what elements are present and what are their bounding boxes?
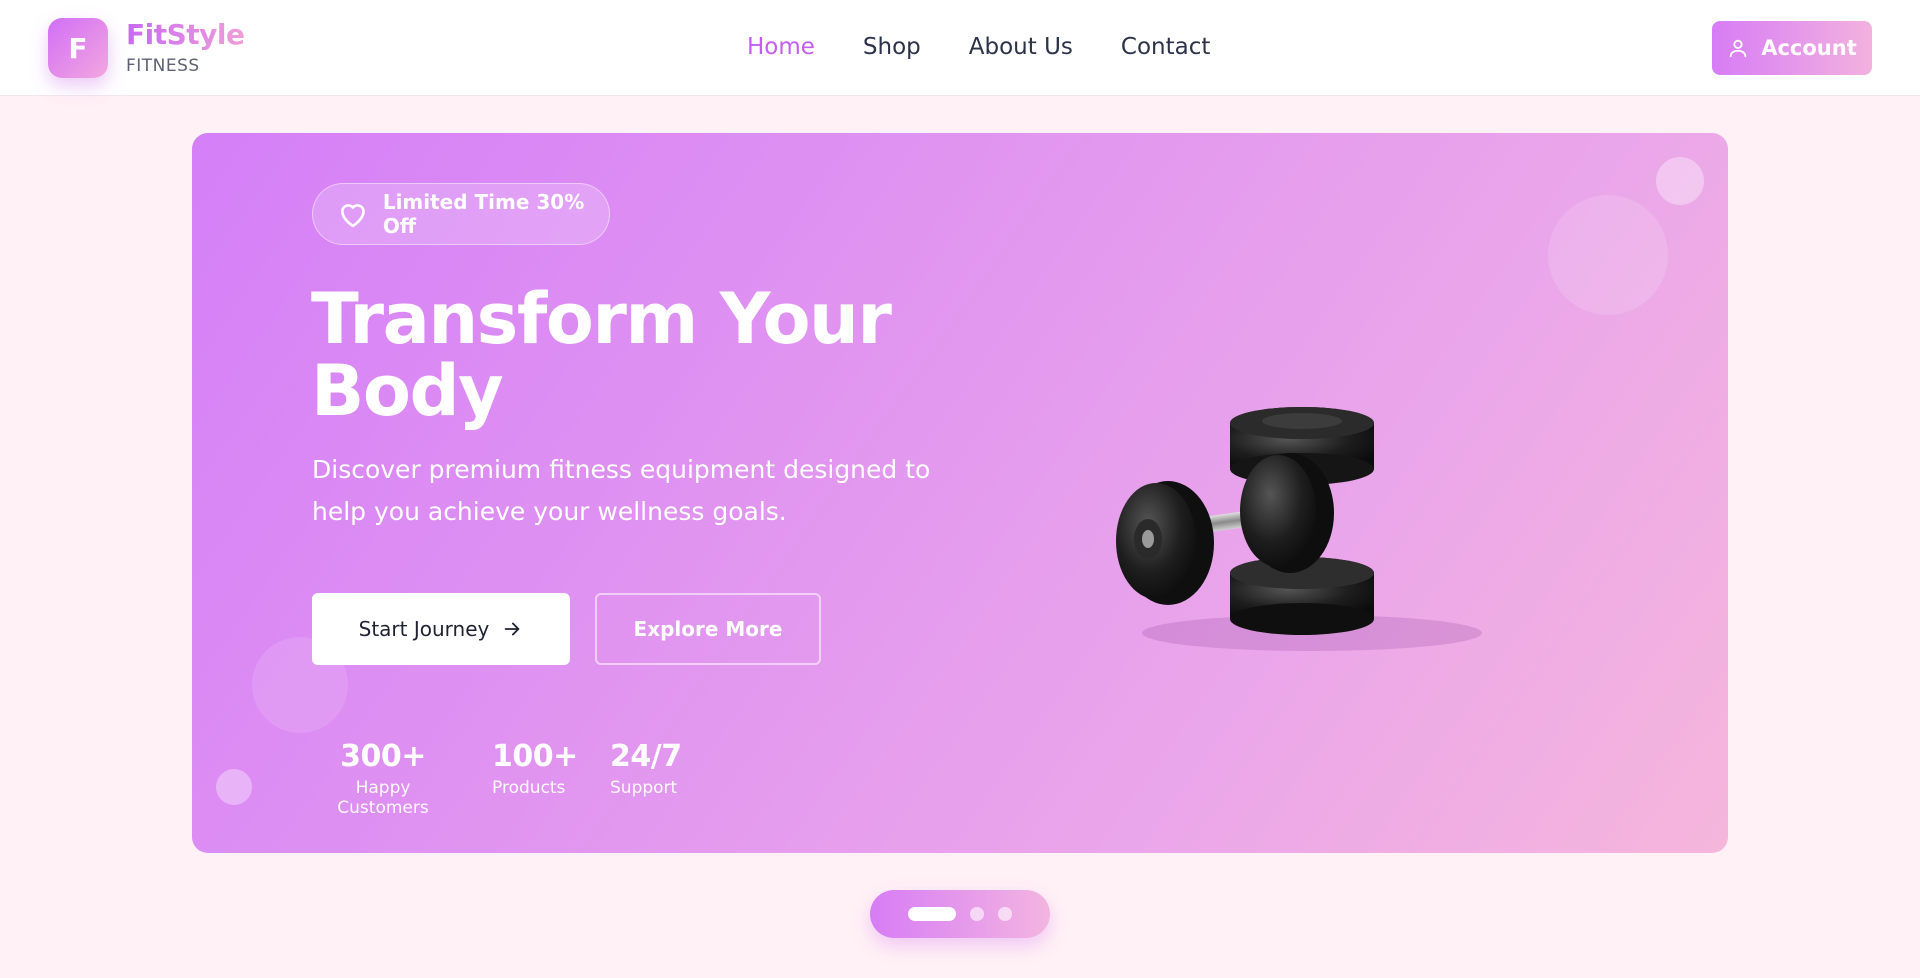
user-icon	[1729, 39, 1747, 58]
brand-tagline: FITNESS	[126, 56, 200, 76]
logo-badge[interactable]: F	[48, 18, 108, 78]
carousel-dot-2[interactable]	[970, 907, 984, 921]
hero-banner: Limited Time 30% Off Transform Your Body…	[192, 133, 1728, 853]
account-label: Account	[1761, 36, 1857, 60]
hero-title-line1: Transform Your	[311, 278, 892, 360]
nav-home[interactable]: Home	[747, 34, 815, 60]
hero-title: Transform Your Body	[311, 283, 931, 427]
promo-label: Limited Time 30% Off	[382, 190, 585, 238]
carousel-indicator	[870, 890, 1050, 938]
stat-label: Happy Customers	[337, 778, 429, 818]
top-header: F FitStyle FITNESS Home Shop About Us Co…	[0, 0, 1920, 96]
hero-description: Discover premium fitness equipment desig…	[312, 455, 931, 526]
decor-bubble	[1548, 195, 1668, 315]
main-nav: Home Shop About Us Contact	[747, 34, 1258, 60]
promo-badge: Limited Time 30% Off	[312, 183, 610, 245]
arrow-right-icon	[505, 622, 520, 636]
explore-more-label: Explore More	[633, 617, 783, 641]
nav-contact[interactable]: Contact	[1121, 34, 1210, 60]
stat-products: 100+ Products	[492, 739, 578, 798]
nav-about-us[interactable]: About Us	[969, 34, 1073, 60]
carousel-dot-3[interactable]	[998, 907, 1012, 921]
explore-more-button[interactable]: Explore More	[595, 593, 821, 665]
logo-letter: F	[68, 31, 88, 65]
stat-support: 24/7 Support	[610, 739, 682, 798]
dumbbells-image	[1116, 407, 1482, 651]
heart-icon	[340, 204, 365, 228]
stat-label: Support	[610, 778, 678, 798]
start-journey-button[interactable]: Start Journey	[312, 593, 570, 665]
account-button[interactable]: Account	[1712, 21, 1872, 75]
start-journey-label: Start Journey	[358, 617, 490, 641]
decor-bubble	[1656, 157, 1704, 205]
nav-shop[interactable]: Shop	[863, 34, 921, 60]
stat-value: 300+	[340, 739, 426, 774]
hero-title-line2: Body	[311, 350, 504, 432]
stat-value: 24/7	[610, 739, 682, 774]
carousel-dot-1[interactable]	[908, 907, 956, 921]
decor-bubble	[216, 769, 252, 805]
stat-value: 100+	[492, 739, 578, 774]
stat-label: Products	[492, 778, 566, 798]
brand-name[interactable]: FitStyle	[126, 18, 245, 51]
stat-customers: 300+ Happy Customers	[312, 739, 454, 818]
